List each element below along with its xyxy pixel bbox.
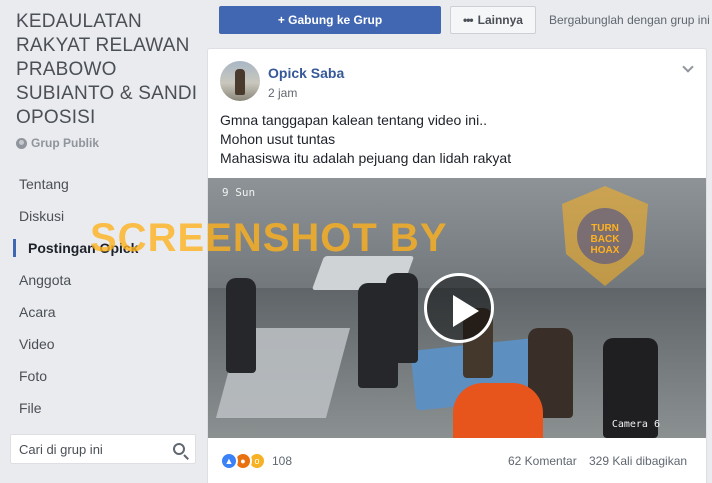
- video-scene-person: [453, 383, 543, 438]
- group-action-bar: + Gabung ke Grup ••• Lainnya Bergabungla…: [205, 0, 712, 40]
- more-dots-icon: •••: [463, 13, 474, 27]
- chevron-down-icon[interactable]: [682, 63, 694, 75]
- group-search: [10, 434, 196, 464]
- cctv-camera-label: Camera 6: [611, 419, 660, 430]
- group-nav: Tentang Diskusi Postingan Opick Anggota …: [10, 168, 196, 424]
- play-button[interactable]: [424, 273, 494, 343]
- video-scene-person: [386, 273, 418, 363]
- nav-item-foto[interactable]: Foto: [10, 360, 196, 392]
- comment-count-link[interactable]: 62 Komentar: [508, 454, 577, 468]
- nav-item-anggota[interactable]: Anggota: [10, 264, 196, 296]
- nav-item-postingan-label: Postingan Opick: [28, 240, 139, 256]
- post-text-line: Mahasiswa itu adalah pejuang dan lidah r…: [220, 150, 512, 166]
- join-group-button[interactable]: + Gabung ke Grup: [219, 6, 441, 34]
- post-text-line: Gmna tanggapan kalean tentang video ini.…: [220, 112, 487, 128]
- nav-item-file[interactable]: File: [10, 392, 196, 424]
- nav-item-diskusi[interactable]: Diskusi: [10, 200, 196, 232]
- video-player[interactable]: 9 Sun Camera 6: [208, 178, 706, 438]
- avatar-figure: [235, 69, 245, 95]
- reaction-summary[interactable]: ▲ ● o 108: [220, 452, 292, 470]
- group-sidebar: KEDAULATAN RAKYAT RELAWAN PRABOWO SUBIAN…: [0, 0, 205, 483]
- post-card: Opick Saba 2 jam Gmna tanggapan kalean t…: [207, 48, 707, 483]
- video-scene-person: [226, 278, 256, 373]
- post-author[interactable]: Opick Saba: [268, 65, 344, 81]
- post-text-line: Mohon usut tuntas: [220, 131, 336, 147]
- post-text: Gmna tanggapan kalean tentang video ini.…: [220, 111, 696, 168]
- group-search-input[interactable]: [19, 441, 169, 457]
- globe-icon: [16, 137, 27, 149]
- group-type-text: Grup Publik: [31, 136, 100, 150]
- cctv-timestamp: 9 Sun: [222, 186, 256, 199]
- group-title[interactable]: KEDAULATAN RAKYAT RELAWAN PRABOWO SUBIAN…: [16, 10, 201, 130]
- group-privacy-label: Grup Publik: [16, 136, 99, 150]
- more-button[interactable]: ••• Lainnya: [450, 6, 536, 34]
- join-hint-text: Bergabunglah dengan grup ini: [549, 13, 710, 27]
- like-icon: ▲: [220, 452, 238, 470]
- search-icon[interactable]: [173, 443, 185, 455]
- post-timestamp[interactable]: 2 jam: [268, 86, 297, 100]
- nav-item-acara[interactable]: Acara: [10, 296, 196, 328]
- nav-item-tentang[interactable]: Tentang: [10, 168, 196, 200]
- nav-item-postingan[interactable]: Postingan Opick: [10, 232, 196, 264]
- author-avatar[interactable]: [220, 61, 260, 101]
- nav-item-video[interactable]: Video: [10, 328, 196, 360]
- play-icon: [453, 295, 479, 327]
- share-count-link[interactable]: 329 Kali dibagikan: [589, 454, 687, 468]
- reaction-count: 108: [272, 454, 293, 468]
- more-button-label: Lainnya: [477, 13, 523, 27]
